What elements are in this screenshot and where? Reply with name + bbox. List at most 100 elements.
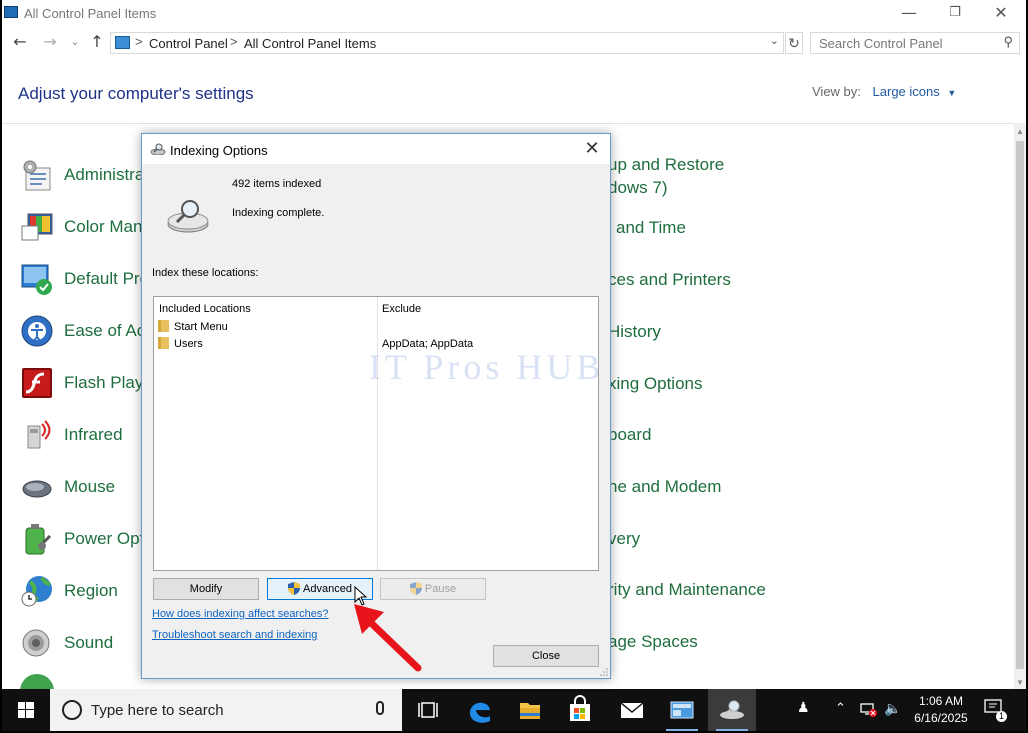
cp-item-file-history[interactable]: History [608,322,661,342]
ease-of-access-icon [20,314,54,348]
control-panel-app-icon [4,6,18,18]
back-button[interactable]: ← [9,32,31,54]
location-name: Start Menu [174,321,228,333]
cp-item-keyboard[interactable]: board [608,425,651,445]
navigation-bar: ← → ⌄ ↑ > Control Panel > All Control Pa… [2,29,1026,57]
advanced-label: Advanced [303,583,352,595]
task-view-button[interactable] [404,689,452,731]
breadcrumb-separator: > [135,34,143,49]
column-header-exclude[interactable]: Exclude [382,303,421,315]
cp-item-backup-and-restore[interactable]: up and Restore [608,155,724,175]
scrollbar-thumb[interactable] [1016,141,1024,669]
modify-button[interactable]: Modify [153,578,259,600]
search-placeholder: Search Control Panel [819,36,943,51]
control-panel-icon [115,36,130,49]
up-button[interactable]: ↑ [86,32,108,54]
vertical-scrollbar[interactable]: ▲ ▼ [1014,123,1026,689]
mail-icon [620,702,644,718]
view-by: View by: Large icons ▼ [812,84,956,99]
annotation-arrow-icon [354,604,422,672]
show-hidden-icons-icon[interactable]: ⌃ [835,701,846,716]
cp-item-security-and-maintenance[interactable]: rity and Maintenance [608,580,766,600]
restore-button[interactable]: ❐ [932,0,978,28]
control-panel-taskbar-button[interactable] [658,689,706,731]
cp-item-label: Region [64,581,118,600]
minimize-button[interactable]: — [886,0,932,28]
pause-button[interactable]: Pause [380,578,486,600]
scroll-up-icon[interactable]: ▲ [1014,127,1026,136]
taskbar-search-placeholder: Type here to search [91,702,224,719]
items-indexed-count: 492 items indexed [232,178,322,190]
power-options-icon [20,522,54,556]
indexing-options-icon [720,700,744,719]
sound-icon [20,626,54,660]
table-row[interactable]: Start Menu [158,320,228,336]
taskbar: Type here to search ♟ ⌃ 🔈 1:06 AM 6/16/2… [2,689,1026,731]
table-row[interactable]: Users [158,337,203,353]
cp-item-date-and-time[interactable]: and Time [616,218,686,238]
dialog-close-button[interactable]: ✕ [574,134,610,164]
start-button[interactable] [2,689,50,731]
file-explorer-button[interactable] [506,689,554,731]
indexing-status: Indexing complete. [232,207,325,219]
refresh-button[interactable]: ↻ [785,32,803,54]
cp-item-phone-and-modem[interactable]: ne and Modem [608,477,721,497]
volume-icon[interactable]: 🔈 [884,701,901,717]
indexing-affect-searches-link[interactable]: How does indexing affect searches? [152,608,329,620]
people-icon[interactable]: ♟ [797,700,810,716]
windows-logo-icon [18,702,34,718]
action-center-button[interactable]: 1 [984,699,1007,722]
page-title: Adjust your computer's settings [18,84,254,103]
search-icon[interactable]: ⚲ [1003,34,1013,50]
store-button[interactable] [556,689,604,731]
folder-icon [158,320,169,332]
dialog-title: Indexing Options [170,143,268,158]
locations-table[interactable]: Included Locations Exclude Start Menu Us… [153,296,599,571]
microphone-icon[interactable] [376,701,384,715]
cp-item-recovery[interactable]: very [608,529,640,549]
caret-down-icon[interactable]: ▼ [947,88,956,98]
breadcrumb-all-items[interactable]: All Control Panel Items [244,36,376,51]
search-input[interactable]: Search Control Panel ⚲ [810,32,1020,54]
folder-icon [158,337,169,349]
taskbar-search-box[interactable]: Type here to search [50,689,402,731]
close-window-button[interactable]: ✕ [978,0,1024,28]
view-by-dropdown[interactable]: Large icons [873,84,940,99]
edge-button[interactable] [456,689,504,731]
cp-item-devices-and-printers[interactable]: ces and Printers [608,270,731,290]
cp-item-storage-spaces[interactable]: age Spaces [608,632,698,652]
dialog-titlebar[interactable]: Indexing Options ✕ [142,134,610,164]
task-view-icon [418,702,438,718]
network-disconnected-icon[interactable] [859,701,877,717]
mail-button[interactable] [608,689,656,731]
forward-button[interactable]: → [39,32,61,54]
indexing-options-icon [150,143,166,155]
recent-locations-button[interactable]: ⌄ [64,32,86,54]
cp-item-label: Default Pro [64,269,150,288]
cp-item-label: Mouse [64,477,116,496]
cortana-icon [62,700,82,720]
color-management-icon [20,210,54,244]
column-header-included[interactable]: Included Locations [159,303,251,315]
resize-grip-icon[interactable] [600,668,608,676]
default-programs-icon [20,262,54,296]
edge-icon [470,702,490,723]
system-clock[interactable]: 1:06 AM 6/16/2025 [906,693,976,727]
indexing-options-taskbar-button[interactable] [708,689,756,731]
file-explorer-icon [520,703,540,719]
cp-item-indexing-options[interactable]: xing Options [608,374,703,394]
column-divider [377,297,378,570]
breadcrumb-control-panel[interactable]: Control Panel [149,36,228,51]
chevron-down-icon[interactable]: ⌄ [770,34,779,47]
troubleshoot-link[interactable]: Troubleshoot search and indexing [152,629,317,641]
location-name: Users [174,338,203,350]
cp-item-backup-and-restore-sub[interactable]: dows 7) [608,178,668,198]
address-bar[interactable]: > Control Panel > All Control Panel Item… [110,32,784,54]
scroll-down-icon[interactable]: ▼ [1014,678,1026,687]
close-button[interactable]: Close [493,645,599,667]
uac-shield-icon [288,582,301,595]
watermark-text: IT Pros HUB [369,347,605,387]
flash-player-icon [20,366,54,400]
window-titlebar[interactable]: All Control Panel Items — ❐ ✕ [2,0,1026,28]
breadcrumb-separator[interactable]: > [230,34,238,49]
